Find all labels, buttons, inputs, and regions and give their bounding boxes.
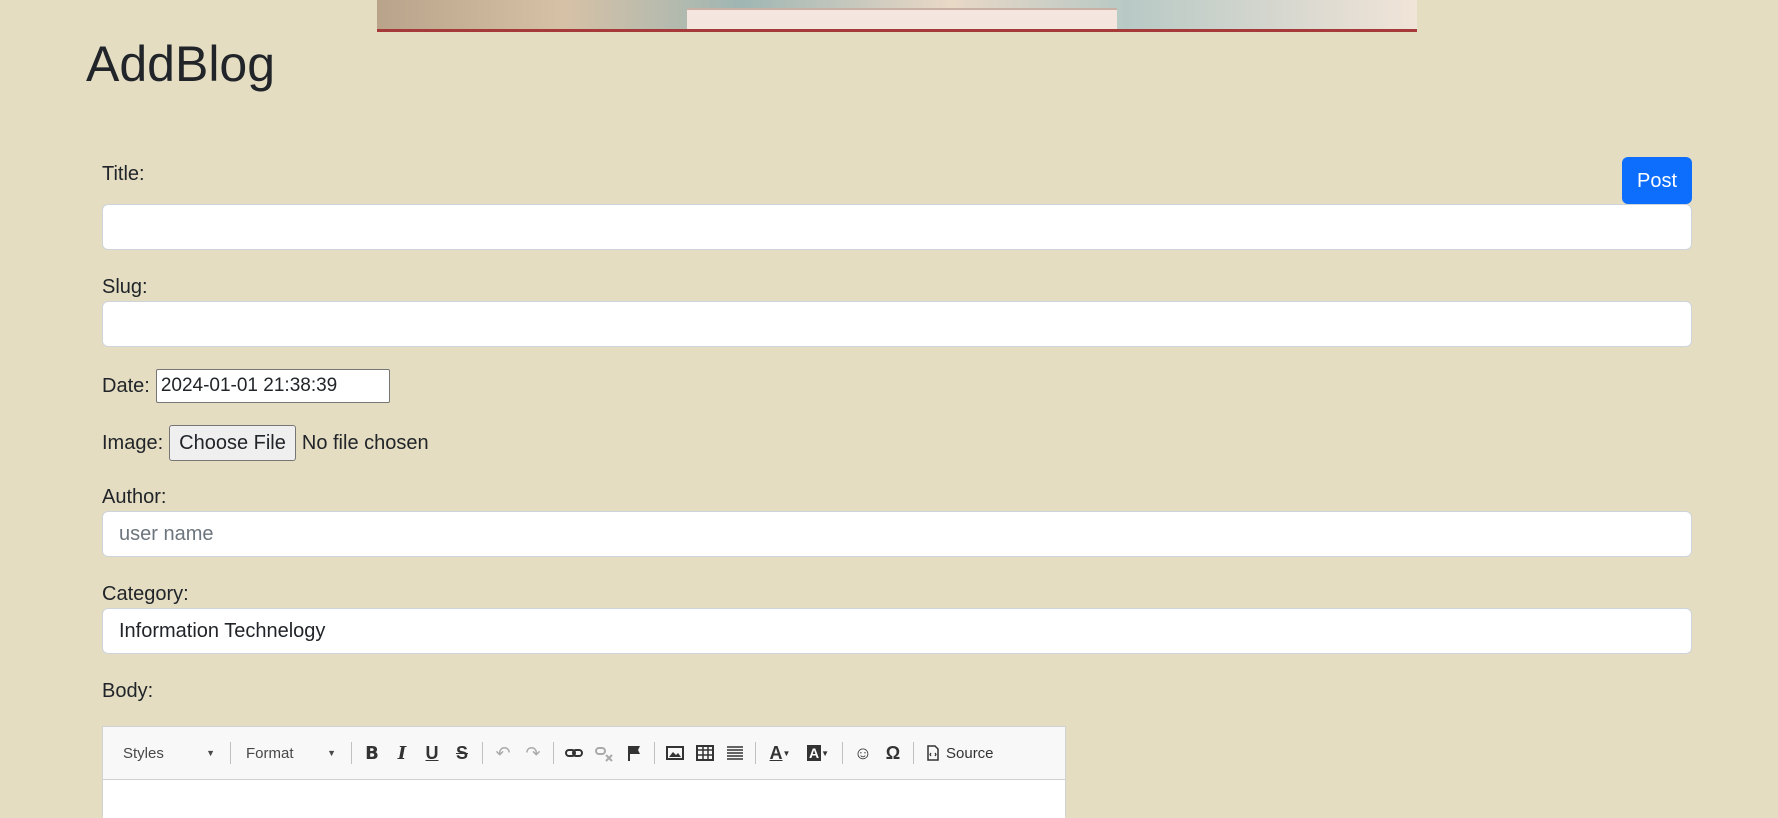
toolbar-separator — [842, 742, 843, 764]
chevron-down-icon: ▼ — [206, 748, 215, 758]
text-color-icon[interactable]: A ▼ — [761, 738, 799, 768]
date-label: Date: — [102, 374, 150, 397]
image-icon[interactable] — [660, 738, 690, 768]
unlink-icon[interactable] — [589, 738, 619, 768]
date-input[interactable]: 2024-01-01 21:38:39 — [155, 369, 390, 403]
toolbar-separator — [913, 742, 914, 764]
rich-text-editor: Styles ▼ Format ▼ B I U S ↶ ↷ A ▼ A ▼ ☺ … — [102, 726, 1066, 818]
slug-input[interactable] — [102, 301, 1692, 347]
strikethrough-icon[interactable]: S — [447, 738, 477, 768]
source-label: Source — [946, 744, 994, 762]
toolbar-separator — [654, 742, 655, 764]
title-label: Title: — [102, 163, 145, 185]
post-button[interactable]: Post — [1622, 157, 1692, 204]
category-select[interactable]: Information Technelogy — [102, 608, 1692, 654]
anchor-icon[interactable] — [619, 738, 649, 768]
page-title: AddBlog — [86, 36, 276, 92]
choose-file-button[interactable]: Choose File — [169, 425, 296, 461]
bold-icon[interactable]: B — [357, 738, 387, 768]
image-row: Image: Choose File No file chosen — [102, 425, 429, 461]
horizontal-line-icon[interactable] — [720, 738, 750, 768]
background-color-icon[interactable]: A ▼ — [799, 738, 837, 768]
toolbar-separator — [482, 742, 483, 764]
image-label: Image: — [102, 431, 164, 454]
toolbar-separator — [755, 742, 756, 764]
date-row: Date: 2024-01-01 21:38:39 — [102, 369, 390, 403]
slug-label: Slug: — [102, 276, 148, 298]
smiley-icon[interactable]: ☺ — [848, 738, 878, 768]
category-label: Category: — [102, 583, 189, 605]
undo-icon[interactable]: ↶ — [488, 738, 518, 768]
source-icon — [927, 745, 939, 761]
source-button[interactable]: Source — [919, 745, 1000, 762]
redo-icon[interactable]: ↷ — [518, 738, 548, 768]
hero-image — [377, 0, 1417, 32]
styles-dropdown[interactable]: Styles ▼ — [113, 738, 225, 768]
body-label: Body: — [102, 680, 154, 702]
author-input[interactable]: user name — [102, 511, 1692, 557]
format-dropdown-label: Format — [246, 744, 294, 762]
editor-content-area[interactable] — [103, 780, 1065, 818]
title-input[interactable] — [102, 204, 1692, 250]
special-char-icon[interactable]: Ω — [878, 738, 908, 768]
toolbar-separator — [351, 742, 352, 764]
author-label: Author: — [102, 486, 167, 508]
format-dropdown[interactable]: Format ▼ — [236, 738, 346, 768]
underline-icon[interactable]: U — [417, 738, 447, 768]
italic-icon[interactable]: I — [387, 738, 417, 768]
file-status: No file chosen — [301, 431, 429, 454]
toolbar-separator — [553, 742, 554, 764]
styles-dropdown-label: Styles — [123, 744, 164, 762]
table-icon[interactable] — [690, 738, 720, 768]
toolbar-separator — [230, 742, 231, 764]
chevron-down-icon: ▼ — [327, 748, 336, 758]
editor-toolbar: Styles ▼ Format ▼ B I U S ↶ ↷ A ▼ A ▼ ☺ … — [103, 727, 1065, 780]
link-icon[interactable] — [559, 738, 589, 768]
hero-stripe — [377, 29, 1417, 32]
